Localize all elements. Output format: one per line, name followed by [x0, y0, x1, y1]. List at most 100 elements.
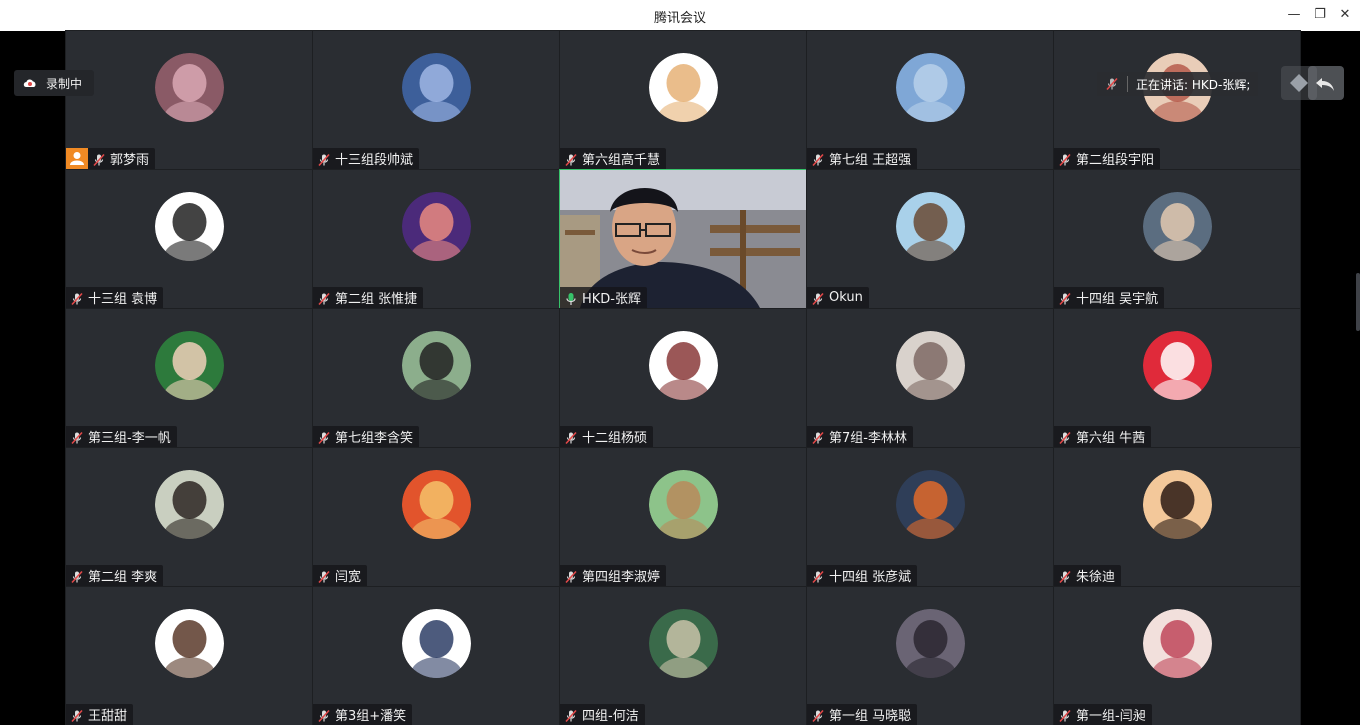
participant-nameplate: 第一组 马晓聪 — [807, 704, 918, 725]
participant-name: Okun — [829, 290, 863, 305]
avatar — [896, 609, 965, 678]
participant-nameplate: HKD-张辉 — [560, 287, 648, 308]
participant-tile[interactable]: 第一组 马晓聪 — [806, 586, 1054, 725]
participant-tile[interactable]: 第二组 张惟捷 — [312, 169, 560, 309]
participant-nameplate: Okun — [807, 287, 869, 308]
participant-tile[interactable]: 第7组-李林林 — [806, 308, 1054, 448]
avatar — [155, 470, 224, 539]
avatar — [402, 609, 471, 678]
mic-off-icon — [564, 708, 578, 722]
participant-name: 闫宽 — [335, 570, 362, 585]
avatar — [896, 53, 965, 122]
participant-nameplate: 第二组 张惟捷 — [313, 287, 424, 308]
avatar — [896, 470, 965, 539]
participant-tile[interactable]: 闫宽 — [312, 447, 560, 587]
participant-tile[interactable]: 第二组 李爽 — [65, 447, 313, 587]
participant-nameplate: 第六组高千慧 — [560, 148, 667, 169]
participant-nameplate: 十二组杨硕 — [560, 426, 654, 447]
participant-tile[interactable]: 十四组 吴宇航 — [1053, 169, 1301, 309]
participant-name: 王甜甜 — [88, 709, 128, 724]
mic-off-icon — [70, 291, 84, 305]
participant-tile[interactable]: 十三组 袁博 — [65, 169, 313, 309]
participant-name: 十二组杨硕 — [582, 431, 648, 446]
participant-nameplate: 第七组李含笑 — [313, 426, 420, 447]
participant-name: 第一组 马晓聪 — [829, 709, 912, 724]
participant-name: 第七组李含笑 — [335, 431, 414, 446]
participant-tile[interactable]: 第六组高千慧 — [559, 30, 807, 170]
participant-tile[interactable]: 朱徐迪 — [1053, 447, 1301, 587]
participant-name: 四组-何洁 — [582, 709, 639, 724]
avatar — [649, 470, 718, 539]
participant-name: 第七组 王超强 — [829, 153, 912, 168]
mic-off-icon — [1058, 569, 1072, 583]
participant-tile[interactable]: 第七组李含笑 — [312, 308, 560, 448]
participant-tile[interactable]: 第四组李淑婷 — [559, 447, 807, 587]
participant-name: 十三组段帅斌 — [335, 153, 414, 168]
mic-off-icon — [70, 430, 84, 444]
close-icon[interactable]: ✕ — [1334, 5, 1356, 25]
participant-nameplate: 十三组 袁博 — [66, 287, 164, 308]
avatar — [896, 331, 965, 400]
participant-name: 第六组高千慧 — [582, 153, 661, 168]
avatar — [155, 609, 224, 678]
participant-name: 朱徐迪 — [1076, 570, 1116, 585]
mic-off-icon — [317, 291, 331, 305]
avatar — [155, 192, 224, 261]
mic-off-icon — [317, 152, 331, 166]
participant-name: 第四组李淑婷 — [582, 570, 661, 585]
restore-icon[interactable]: ❐ — [1309, 5, 1331, 25]
avatar — [649, 53, 718, 122]
participant-tile[interactable]: 郭梦雨 — [65, 30, 313, 170]
participant-name: 第3组+潘笑 — [335, 709, 407, 724]
window-titlebar: 腾讯会议 — ❐ ✕ — [0, 0, 1360, 31]
participant-nameplate: 第三组-李一帆 — [66, 426, 177, 447]
divider — [1127, 76, 1128, 92]
avatar — [402, 53, 471, 122]
mic-off-icon — [1058, 291, 1072, 305]
participant-tile[interactable]: Okun — [806, 169, 1054, 309]
recording-label: 录制中 — [46, 76, 83, 91]
participant-nameplate: 第六组 牛茜 — [1054, 426, 1152, 447]
mic-off-icon — [811, 708, 825, 722]
participant-tile[interactable]: 四组-何洁 — [559, 586, 807, 725]
mic-off-icon — [1058, 708, 1072, 722]
minimize-icon[interactable]: — — [1283, 5, 1305, 25]
avatar — [1143, 331, 1212, 400]
speaking-label: 正在讲话: HKD-张辉; — [1136, 77, 1251, 92]
participant-name: 十四组 张彦斌 — [829, 570, 912, 585]
mic-off-icon — [92, 152, 106, 166]
avatar — [649, 331, 718, 400]
participant-tile[interactable]: HKD-张辉 — [559, 169, 807, 309]
participant-nameplate: 第四组李淑婷 — [560, 565, 667, 586]
participant-nameplate: 十四组 张彦斌 — [807, 565, 918, 586]
scroll-handle[interactable] — [1356, 273, 1360, 331]
mic-off-icon — [70, 708, 84, 722]
participant-tile[interactable]: 第六组 牛茜 — [1053, 308, 1301, 448]
undo-arrow-icon — [1316, 78, 1334, 91]
participant-name: 第二组 张惟捷 — [335, 292, 418, 307]
participant-tile[interactable]: 十三组段帅斌 — [312, 30, 560, 170]
participant-tile[interactable]: 第二组段宇阳 — [1053, 30, 1301, 170]
participant-nameplate: 十四组 吴宇航 — [1054, 287, 1165, 308]
mic-off-icon — [564, 569, 578, 583]
host-icon — [66, 148, 88, 169]
recording-indicator[interactable]: 录制中 — [14, 70, 95, 96]
participant-tile[interactable]: 十二组杨硕 — [559, 308, 807, 448]
participant-tile[interactable]: 第一组-闫昶 — [1053, 586, 1301, 725]
participant-tile[interactable]: 王甜甜 — [65, 586, 313, 725]
participant-tile[interactable]: 第3组+潘笑 — [312, 586, 560, 725]
participant-name: 第三组-李一帆 — [88, 431, 171, 446]
participant-name: 十四组 吴宇航 — [1076, 292, 1159, 307]
back-button[interactable] — [1308, 66, 1344, 100]
participant-name: HKD-张辉 — [582, 292, 642, 307]
participant-grid: 郭梦雨 十三组段帅斌 第六组高千慧 第七组 王超强 第二组段宇阳十三组 袁博 第二组 张惟… — [65, 30, 1301, 725]
avatar — [155, 53, 224, 122]
participant-nameplate: 第3组+潘笑 — [313, 704, 413, 725]
participant-tile[interactable]: 十四组 张彦斌 — [806, 447, 1054, 587]
avatar — [649, 609, 718, 678]
participant-name: 第六组 牛茜 — [1076, 431, 1146, 446]
participant-tile[interactable]: 第三组-李一帆 — [65, 308, 313, 448]
cloud-record-icon — [23, 79, 36, 87]
participant-nameplate: 十三组段帅斌 — [313, 148, 420, 169]
participant-tile[interactable]: 第七组 王超强 — [806, 30, 1054, 170]
